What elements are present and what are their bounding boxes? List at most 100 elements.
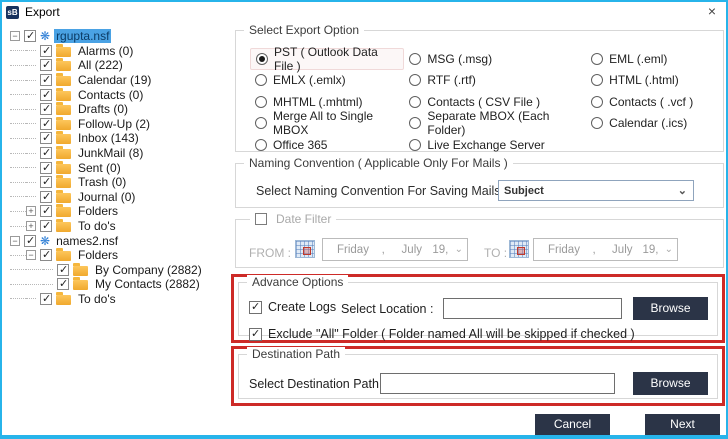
tree-item-label[interactable]: Alarms (0) [76, 44, 135, 58]
location-browse-button[interactable]: Browse [633, 297, 708, 320]
tree-item-label[interactable]: rgupta.nsf [54, 29, 112, 44]
tree-item-label[interactable]: Journal (0) [76, 190, 137, 204]
exclude-all-checkbox[interactable] [249, 327, 262, 341]
radio-icon[interactable] [255, 95, 267, 108]
radio-icon[interactable] [255, 117, 267, 130]
radio-icon[interactable] [591, 117, 604, 130]
export-option[interactable]: EML (.eml) [586, 48, 723, 70]
tree-checkbox[interactable] [57, 277, 69, 291]
tree-expander-icon[interactable]: − [26, 250, 36, 261]
tree-item-label[interactable]: To do's [76, 292, 118, 306]
tree-item-label[interactable]: names2.nsf [54, 234, 120, 248]
tree-item-label[interactable]: Calendar (19) [76, 73, 153, 87]
tree-item[interactable]: − ❋names2.nsf [10, 233, 232, 248]
naming-convention-select[interactable]: Subject ⌄ [498, 180, 694, 201]
close-icon[interactable]: × [708, 3, 716, 19]
tree-checkbox[interactable] [40, 102, 52, 116]
tree-checkbox[interactable] [40, 292, 52, 305]
tree-item[interactable]: Sent (0) [10, 160, 232, 175]
export-option[interactable]: RTF (.rtf) [404, 70, 586, 92]
radio-icon[interactable] [591, 52, 604, 65]
export-option[interactable]: Calendar (.ics) [586, 113, 723, 135]
tree-checkbox[interactable] [40, 73, 52, 87]
tree-checkbox[interactable] [40, 161, 52, 174]
tree-item[interactable]: Alarms (0) [10, 43, 232, 59]
tree-item[interactable]: + To do's [10, 219, 232, 234]
tree-item[interactable]: Trash (0) [10, 175, 232, 190]
tree-item[interactable]: Inbox (143) [10, 131, 232, 146]
tree-checkbox[interactable] [40, 248, 52, 262]
tree-expander-icon[interactable]: + [26, 206, 36, 217]
tree-item[interactable]: To do's [10, 291, 232, 307]
radio-icon[interactable] [409, 52, 422, 65]
export-option[interactable]: MSG (.msg) [404, 48, 586, 70]
tree-item[interactable]: Calendar (19) [10, 73, 232, 88]
tree-item-label[interactable]: Folders [76, 204, 120, 218]
tree-checkbox[interactable] [40, 131, 52, 145]
tree-item-label[interactable]: By Company (2882) [93, 263, 204, 277]
destination-path-input[interactable] [380, 373, 615, 394]
radio-icon[interactable] [255, 138, 267, 151]
tree-item[interactable]: + Folders [10, 204, 232, 219]
tree-item[interactable]: Contacts (0) [10, 87, 232, 102]
tree-item-label[interactable]: My Contacts (2882) [93, 277, 202, 291]
date-to-picker[interactable]: Friday , July 19, ⌄ [533, 238, 678, 261]
tree-checkbox[interactable] [40, 88, 52, 101]
export-option[interactable]: Merge All to Single MBOX [250, 109, 404, 137]
tree-item[interactable]: − ❋rgupta.nsf [10, 29, 232, 44]
radio-icon[interactable] [256, 52, 268, 65]
tree-item-label[interactable]: Trash (0) [76, 175, 128, 189]
tree-checkbox[interactable] [40, 219, 52, 233]
radio-icon[interactable] [409, 117, 422, 130]
tree-item[interactable]: JunkMail (8) [10, 146, 232, 161]
export-option[interactable]: HTML (.html) [586, 70, 723, 92]
tree-item-label[interactable]: Contacts (0) [76, 88, 145, 102]
tree-item-label[interactable]: To do's [76, 219, 118, 233]
tree-item[interactable]: My Contacts (2882) [10, 277, 232, 292]
select-location-input[interactable] [443, 298, 622, 319]
tree-item-label[interactable]: All (222) [76, 58, 125, 72]
date-filter-checkbox[interactable] [255, 213, 267, 225]
tree-checkbox[interactable] [40, 146, 52, 160]
tree-item[interactable]: Journal (0) [10, 189, 232, 205]
destination-browse-button[interactable]: Browse [633, 372, 708, 395]
export-option[interactable]: Contacts ( .vcf ) [586, 91, 723, 113]
tree-item-label[interactable]: JunkMail (8) [76, 146, 145, 160]
radio-icon[interactable] [409, 138, 422, 151]
tree-checkbox[interactable] [40, 190, 52, 203]
create-logs-checkbox[interactable] [249, 300, 262, 314]
radio-icon[interactable] [409, 95, 422, 108]
tree-checkbox[interactable] [40, 58, 52, 72]
date-from-picker[interactable]: Friday , July 19, ⌄ [322, 238, 468, 261]
tree-item-label[interactable]: Drafts (0) [76, 102, 130, 116]
tree-item-label[interactable]: Sent (0) [76, 161, 123, 175]
tree-item[interactable]: Drafts (0) [10, 102, 232, 117]
calendar-icon[interactable] [509, 240, 529, 258]
tree-item-label[interactable]: Follow-Up (2) [76, 117, 152, 131]
tree-expander-icon[interactable]: − [10, 235, 20, 246]
export-option[interactable]: PST ( Outlook Data File ) [250, 45, 405, 73]
tree-checkbox[interactable] [24, 234, 36, 247]
tree-checkbox[interactable] [57, 263, 69, 276]
tree-checkbox[interactable] [40, 117, 52, 130]
export-option[interactable]: EMLX (.emlx) [250, 70, 404, 92]
tree-item[interactable]: All (222) [10, 58, 232, 73]
tree-item[interactable]: − Folders [10, 248, 232, 263]
next-button[interactable]: Next [645, 414, 720, 435]
radio-icon[interactable] [591, 74, 604, 87]
export-option[interactable]: Separate MBOX (Each Folder) [404, 109, 586, 137]
radio-icon[interactable] [255, 74, 267, 87]
radio-icon[interactable] [591, 95, 604, 108]
tree-item[interactable]: By Company (2882) [10, 262, 232, 278]
export-option[interactable]: Live Exchange Server [404, 134, 586, 156]
tree-checkbox[interactable] [40, 175, 52, 189]
tree-expander-icon[interactable]: − [10, 31, 20, 42]
tree-item-label[interactable]: Folders [76, 248, 120, 262]
tree-item-label[interactable]: Inbox (143) [76, 131, 141, 145]
tree-checkbox[interactable] [40, 44, 52, 57]
cancel-button[interactable]: Cancel [535, 414, 610, 435]
tree-checkbox[interactable] [24, 29, 36, 43]
tree-expander-icon[interactable]: + [26, 221, 36, 232]
export-option[interactable]: Office 365 [250, 134, 404, 156]
radio-icon[interactable] [409, 74, 422, 87]
